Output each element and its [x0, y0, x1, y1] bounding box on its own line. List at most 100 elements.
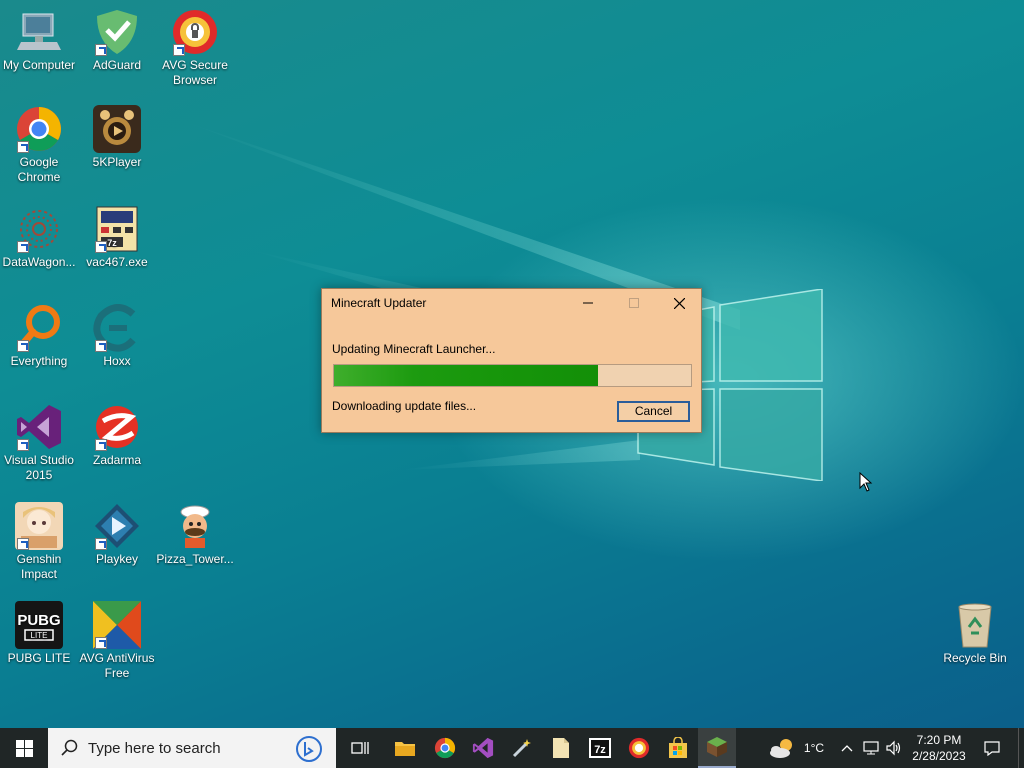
weather-temperature[interactable]: 1°C	[800, 728, 828, 768]
update-status-text: Updating Minecraft Launcher...	[332, 342, 496, 356]
pubg-icon: PUBG LITE	[15, 601, 63, 649]
chrome-icon	[434, 737, 456, 759]
desktop-icon-adguard[interactable]: AdGuard	[78, 8, 156, 73]
taskbar-visual-studio[interactable]	[464, 728, 502, 768]
desktop-icon-avg-antivirus[interactable]: AVG AntiVirus Free	[78, 601, 156, 681]
weather-widget[interactable]	[764, 728, 800, 768]
update-detail-text: Downloading update files...	[332, 399, 477, 413]
hoxx-icon	[93, 304, 141, 352]
chrome-icon	[15, 105, 63, 153]
icon-label: Zadarma	[92, 453, 142, 467]
taskbar-minecraft[interactable]	[698, 728, 736, 768]
shortcut-arrow-icon	[95, 340, 107, 352]
desktop-icon-my-computer[interactable]: My Computer	[0, 8, 78, 73]
desktop-icon-playkey[interactable]: Playkey	[78, 502, 156, 567]
visual-studio-icon	[15, 403, 63, 451]
shortcut-arrow-icon	[173, 44, 185, 56]
5kplayer-icon	[93, 105, 141, 153]
windows-start-icon	[15, 739, 33, 757]
notifications-button[interactable]	[978, 728, 1006, 768]
datawagon-icon	[15, 205, 63, 253]
adguard-icon	[93, 8, 141, 56]
network-icon	[863, 741, 879, 755]
store-icon	[669, 737, 687, 758]
bing-icon[interactable]	[295, 735, 323, 763]
avg-browser-icon	[628, 737, 650, 759]
taskbar-clock[interactable]: 7:20 PM 2/28/2023	[906, 732, 972, 764]
taskbar-store[interactable]	[659, 728, 697, 768]
icon-label: AVG Secure Browser	[162, 58, 228, 87]
task-view-icon	[351, 742, 369, 754]
desktop-icon-pizza-tower[interactable]: Pizza_Tower...	[156, 502, 234, 567]
desktop-icon-hoxx[interactable]: Hoxx	[78, 304, 156, 369]
everything-icon	[15, 304, 63, 352]
visual-studio-icon	[472, 737, 494, 759]
shortcut-arrow-icon	[95, 439, 107, 451]
clock-time: 7:20 PM	[916, 733, 962, 747]
minecraft-icon	[707, 737, 727, 757]
minimize-icon	[583, 302, 593, 304]
icon-label: Playkey	[95, 552, 139, 566]
maximize-button[interactable]	[611, 289, 657, 317]
show-desktop-button[interactable]	[1018, 728, 1024, 768]
desktop-icon-5kplayer[interactable]: 5KPlayer	[78, 105, 156, 170]
vac-exe-icon: 7z	[93, 205, 141, 253]
computer-icon	[15, 8, 63, 56]
desktop-icon-pubg-lite[interactable]: PUBG LITE PUBG LITE	[0, 601, 78, 666]
start-button[interactable]	[0, 728, 48, 768]
dialog-titlebar[interactable]: Minecraft Updater	[322, 289, 701, 317]
cancel-button[interactable]: Cancel	[617, 401, 690, 422]
minecraft-updater-dialog: Minecraft Updater Updating Minecraft Lau…	[321, 288, 702, 433]
icon-label: My Computer	[2, 58, 76, 72]
shortcut-arrow-icon	[17, 340, 29, 352]
notification-icon	[984, 741, 1000, 756]
close-button[interactable]	[656, 289, 702, 317]
svg-text:PUBG: PUBG	[17, 612, 60, 629]
desktop-icon-visual-studio[interactable]: Visual Studio 2015	[0, 403, 78, 483]
mouse-cursor-icon	[859, 472, 873, 492]
shortcut-arrow-icon	[95, 241, 107, 253]
clock-date: 2/28/2023	[912, 749, 966, 763]
icon-label: Google Chrome	[17, 155, 61, 184]
playkey-icon	[93, 502, 141, 550]
speaker-icon	[886, 740, 901, 756]
taskbar-notepad[interactable]	[542, 728, 580, 768]
volume-button[interactable]	[883, 728, 905, 768]
taskbar-chrome[interactable]	[426, 728, 464, 768]
desktop-icon-avg-secure-browser[interactable]: AVG Secure Browser	[156, 8, 234, 88]
notepad-icon	[553, 738, 569, 758]
desktop-icon-genshin-impact[interactable]: Genshin Impact	[0, 502, 78, 582]
desktop-icon-vac467[interactable]: 7z vac467.exe	[78, 205, 156, 270]
genshin-icon	[15, 502, 63, 550]
desktop-icon-recycle-bin[interactable]: Recycle Bin	[936, 601, 1014, 666]
shortcut-arrow-icon	[95, 44, 107, 56]
shortcut-arrow-icon	[17, 241, 29, 253]
update-progress-bar	[333, 364, 692, 387]
icon-label: Everything	[10, 354, 68, 368]
dialog-title: Minecraft Updater	[331, 296, 427, 310]
minimize-button[interactable]	[565, 289, 611, 317]
desktop-icon-datawagon[interactable]: DataWagon...	[0, 205, 78, 270]
show-hidden-icons-button[interactable]	[838, 728, 856, 768]
taskbar-wand-app[interactable]	[503, 728, 541, 768]
shortcut-arrow-icon	[17, 439, 29, 451]
dialog-body: Updating Minecraft Launcher... Downloadi…	[322, 317, 701, 432]
weather-cloud-sun-icon	[770, 739, 792, 758]
icon-label: vac467.exe	[86, 255, 148, 269]
task-view-button[interactable]	[342, 728, 378, 768]
maximize-icon	[629, 298, 639, 308]
close-icon	[673, 297, 685, 309]
desktop-icon-everything[interactable]: Everything	[0, 304, 78, 369]
icon-label: AdGuard	[92, 58, 142, 72]
desktop-icon-zadarma[interactable]: Zadarma	[78, 403, 156, 468]
taskbar-7zip[interactable]: 7z	[581, 728, 619, 768]
shortcut-arrow-icon	[17, 538, 29, 550]
taskbar: Type here to search 7z 1°C 7:20 PM 2/28/…	[0, 728, 1024, 768]
taskbar-search-box[interactable]: Type here to search	[48, 728, 336, 768]
recycle-bin-icon	[951, 601, 999, 649]
desktop-icon-google-chrome[interactable]: Google Chrome	[0, 105, 78, 185]
taskbar-avg-browser[interactable]	[620, 728, 658, 768]
taskbar-file-explorer[interactable]	[387, 728, 423, 768]
avg-browser-icon	[171, 8, 219, 56]
network-button[interactable]	[860, 728, 882, 768]
